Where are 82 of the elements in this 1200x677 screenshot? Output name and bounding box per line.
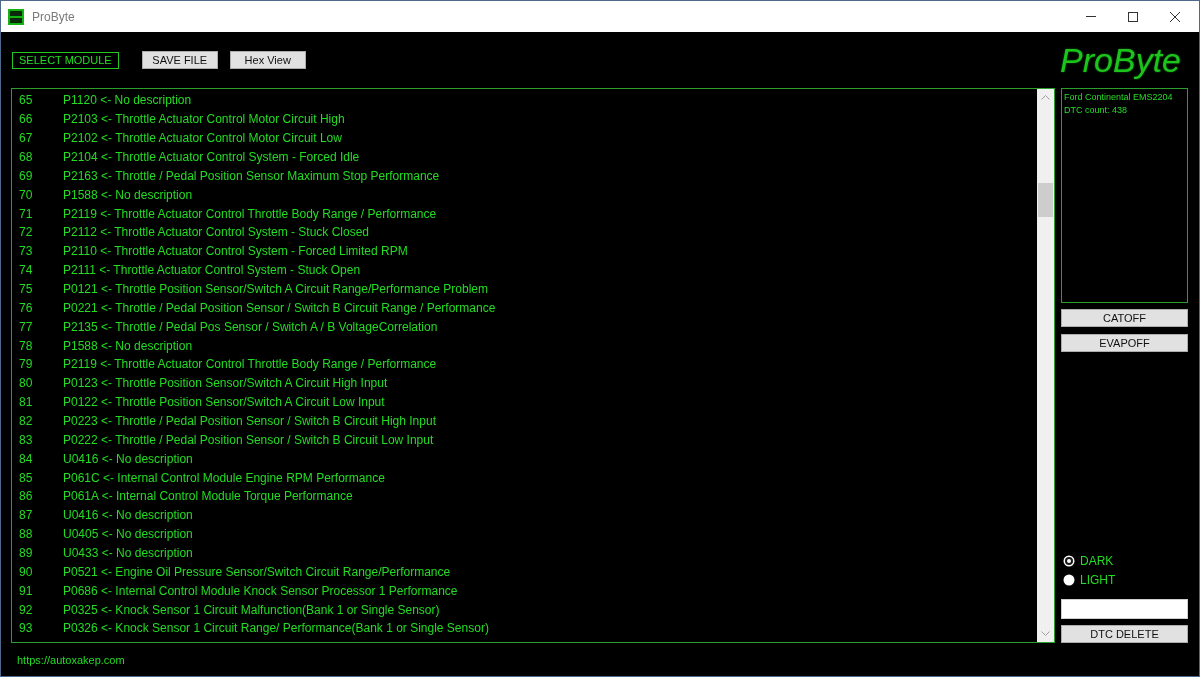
- row-number: 77: [19, 319, 34, 334]
- row-number: 88: [19, 527, 34, 542]
- row-number: 79: [19, 357, 34, 372]
- close-icon[interactable]: [1170, 11, 1180, 22]
- dtc-entry: P0326 <- Knock Sensor 1 Circuit Range/ Performance(Bank 1 or Single Sensor): [63, 621, 489, 636]
- row-number: 87: [19, 508, 34, 523]
- dtc-entry: P0222 <- Throttle / Pedal Position Sensor / Switch B Circuit Low Input: [63, 432, 434, 447]
- dtc-entry: P0686 <- Internal Control Module Knock Sensor Processor 1 Performance: [63, 583, 458, 598]
- app-logo: ProByte: [1060, 40, 1181, 80]
- dtc-entry: P2110 <- Throttle Actuator Control System - Forced Limited RPM: [63, 244, 408, 259]
- row-number: 69: [19, 168, 34, 183]
- app-icon: [8, 8, 24, 25]
- row-number: 91: [19, 583, 34, 598]
- row-number: 90: [19, 564, 34, 579]
- action-button[interactable]: CATOFF: [1061, 309, 1188, 327]
- toolbar-button[interactable]: SAVE FILE: [141, 51, 218, 69]
- maximize-icon[interactable]: [1128, 11, 1138, 22]
- delete-button[interactable]: DTC DELETE: [1061, 625, 1188, 643]
- scroll-up-icon[interactable]: [1041, 95, 1050, 100]
- row-number: 71: [19, 206, 34, 221]
- row-number: 74: [19, 263, 34, 278]
- dtc-entry: P0123 <- Throttle Position Sensor/Switch A Circuit High Input: [63, 376, 388, 391]
- dtc-entry: U0433 <- No description: [63, 546, 193, 561]
- row-number: 70: [19, 187, 34, 202]
- theme-radio[interactable]: DARK: [1061, 552, 1114, 569]
- row-number: 65: [19, 93, 34, 108]
- dtc-entry: P0121 <- Throttle Position Sensor/Switch A Circuit Range/Performance Problem: [63, 282, 488, 296]
- scrollbar[interactable]: [1037, 89, 1054, 642]
- dtc-entry: P0521 <- Engine Oil Pressure Sensor/Switch Circuit Range/Performance: [63, 564, 451, 579]
- info-text: Ford Continental EMS2204: [1064, 91, 1174, 104]
- dtc-entry: P2102 <- Throttle Actuator Control Motor Circuit Low: [63, 131, 342, 146]
- row-number: 84: [19, 451, 34, 466]
- info-text: DTC count: 438: [1064, 104, 1129, 117]
- dtc-entry: U0405 <- No description: [63, 527, 193, 542]
- row-number: 78: [19, 338, 34, 353]
- row-number: 93: [19, 621, 34, 636]
- dtc-input-field[interactable]: [1061, 599, 1188, 619]
- row-number: 81: [19, 395, 34, 410]
- row-number: 66: [19, 112, 34, 127]
- dtc-entry: U0416 <- No description: [63, 508, 193, 523]
- radio-icon[interactable]: [1063, 573, 1075, 586]
- dtc-entry: P061C <- Internal Control Module Engine RPM Performance: [63, 470, 385, 485]
- dtc-list[interactable]: [11, 88, 1055, 643]
- row-number: 86: [19, 489, 34, 504]
- dtc-entry: P2103 <- Throttle Actuator Control Motor Circuit High: [63, 112, 345, 127]
- dtc-entry: P2111 <- Throttle Actuator Control System - Stuck Open: [63, 263, 361, 278]
- row-number: 68: [19, 150, 34, 164]
- dtc-entry: P2112 <- Throttle Actuator Control System - Stuck Closed: [63, 225, 370, 240]
- dtc-entry: P0122 <- Throttle Position Sensor/Switch A Circuit Low Input: [63, 395, 385, 410]
- dtc-entry: P2104 <- Throttle Actuator Control System - Forced Idle: [63, 150, 360, 164]
- row-number: 82: [19, 414, 34, 429]
- dtc-entry: P2119 <- Throttle Actuator Control Throttle Body Range / Performance: [63, 357, 437, 372]
- row-number: 92: [19, 602, 34, 617]
- row-number: 83: [19, 432, 34, 447]
- dtc-entry: P1588 <- No description: [63, 338, 193, 353]
- toolbar-button[interactable]: Hex View: [229, 51, 306, 69]
- window-title: ProByte: [32, 9, 75, 24]
- dtc-entry: P1588 <- No description: [63, 187, 193, 202]
- dtc-entry: P2119 <- Throttle Actuator Control Throttle Body Range / Performance: [63, 206, 437, 221]
- row-number: 67: [19, 131, 34, 146]
- row-number: 72: [19, 225, 34, 240]
- theme-radio[interactable]: LIGHT: [1061, 571, 1116, 588]
- dtc-entry: P2163 <- Throttle / Pedal Position Sensor Maximum Stop Performance: [63, 168, 440, 183]
- row-number: 75: [19, 282, 34, 296]
- scroll-down-icon[interactable]: [1041, 631, 1050, 636]
- row-number: 85: [19, 470, 34, 485]
- website-link[interactable]: https://autoxakep.com: [17, 654, 125, 666]
- dtc-entry: P1120 <- No description: [63, 93, 192, 108]
- row-number: 76: [19, 300, 34, 315]
- row-number: 80: [19, 376, 34, 391]
- dtc-entry: P0221 <- Throttle / Pedal Position Sensor / Switch B Circuit Range / Performance: [63, 300, 496, 315]
- action-button[interactable]: EVAPOFF: [1061, 334, 1188, 352]
- dtc-entry: P0223 <- Throttle / Pedal Position Sensor / Switch B Circuit High Input: [63, 414, 436, 429]
- scrollbar-thumb[interactable]: [1038, 183, 1053, 217]
- dtc-entry: P0325 <- Knock Sensor 1 Circuit Malfunction(Bank 1 or Single Sensor): [63, 602, 440, 617]
- row-number: 73: [19, 244, 34, 259]
- module-select-button[interactable]: SELECT MODULE: [12, 51, 119, 69]
- row-number: 89: [19, 546, 34, 561]
- dtc-entry: U0416 <- No description: [63, 451, 193, 466]
- radio-icon[interactable]: [1063, 554, 1075, 567]
- dtc-entry: P061A <- Internal Control Module Torque Performance: [63, 489, 353, 504]
- dtc-entry: P2135 <- Throttle / Pedal Pos Sensor / Switch A / B VoltageCorrelation: [63, 319, 438, 334]
